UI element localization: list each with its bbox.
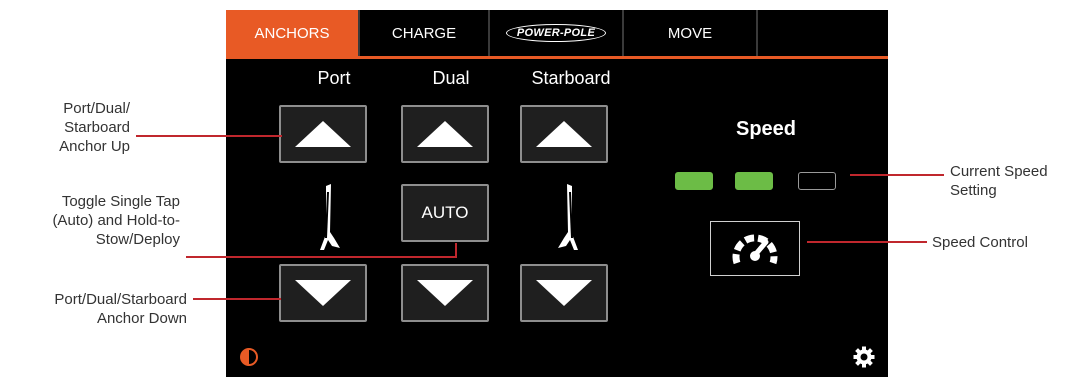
callout-text: Speed Control: [932, 234, 1028, 251]
tab-empty[interactable]: [758, 10, 888, 56]
callout-line: [455, 243, 457, 258]
contrast-icon[interactable]: [240, 348, 258, 366]
callout-text: Starboard: [64, 119, 130, 136]
callout-text: Stow/Deploy: [95, 231, 180, 248]
callout-line: [193, 298, 281, 300]
triangle-down-icon: [536, 280, 592, 306]
tab-charge-label: CHARGE: [391, 24, 457, 42]
callout-line: [807, 241, 927, 243]
callout-speed-control: Speed Control: [932, 233, 1072, 252]
starboard-anchor-icon: [558, 184, 578, 250]
triangle-down-icon: [295, 280, 351, 306]
port-down-button[interactable]: [279, 264, 367, 322]
callout-current-speed: Current Speed Setting: [950, 162, 1070, 200]
callout-text: Current Speed: [950, 163, 1048, 180]
callout-text: Anchor Down: [96, 310, 187, 327]
callout-line: [850, 174, 944, 176]
callout-anchor-up: Port/Dual/ Starboard Anchor Up: [20, 99, 130, 156]
callout-text: Toggle Single Tap: [61, 193, 180, 210]
starboard-up-button[interactable]: [520, 105, 608, 163]
auto-toggle-button[interactable]: AUTO: [401, 184, 489, 242]
tab-move[interactable]: MOVE: [624, 10, 758, 56]
power-pole-logo: POWER-POLE: [505, 24, 607, 42]
starboard-label: Starboard: [531, 68, 611, 88]
auto-label: AUTO: [421, 203, 469, 222]
port-label: Port: [317, 68, 351, 88]
tab-charge[interactable]: CHARGE: [360, 10, 490, 56]
dual-up-button[interactable]: [401, 105, 489, 163]
callout-line: [136, 135, 282, 137]
speed-control-button[interactable]: [710, 221, 800, 276]
speed-title: Speed: [735, 118, 797, 140]
tab-power-pole[interactable]: POWER-POLE: [490, 10, 624, 56]
callout-text: (Auto) and Hold-to-: [52, 212, 180, 229]
tab-underline: [226, 56, 888, 59]
callout-text: Port/Dual/Starboard: [54, 291, 187, 308]
tab-anchors[interactable]: ANCHORS: [226, 10, 360, 56]
tab-bar: ANCHORS CHARGE POWER-POLE MOVE: [226, 10, 888, 56]
callout-text: Port/Dual/: [63, 100, 130, 117]
dual-label: Dual: [432, 68, 470, 88]
speed-indicator-1: [675, 172, 713, 190]
port-up-button[interactable]: [279, 105, 367, 163]
tab-anchors-label: ANCHORS: [254, 24, 330, 42]
triangle-up-icon: [536, 121, 592, 147]
port-anchor-icon: [320, 184, 340, 250]
speed-indicator-2: [735, 172, 773, 190]
starboard-down-button[interactable]: [520, 264, 608, 322]
speedometer-icon: [732, 233, 778, 264]
tab-move-label: MOVE: [667, 24, 713, 42]
gear-icon[interactable]: [853, 346, 875, 368]
callout-line: [186, 256, 457, 258]
callout-text: Setting: [950, 182, 997, 199]
callout-text: Anchor Up: [59, 138, 130, 155]
dual-down-button[interactable]: [401, 264, 489, 322]
callout-anchor-down: Port/Dual/Starboard Anchor Down: [0, 290, 187, 328]
anchor-control-screen: ANCHORS CHARGE POWER-POLE MOVE Port Dual…: [226, 10, 888, 377]
triangle-up-icon: [295, 121, 351, 147]
speed-indicator-3: [798, 172, 836, 190]
triangle-up-icon: [417, 121, 473, 147]
callout-toggle: Toggle Single Tap (Auto) and Hold-to- St…: [0, 192, 180, 249]
triangle-down-icon: [417, 280, 473, 306]
